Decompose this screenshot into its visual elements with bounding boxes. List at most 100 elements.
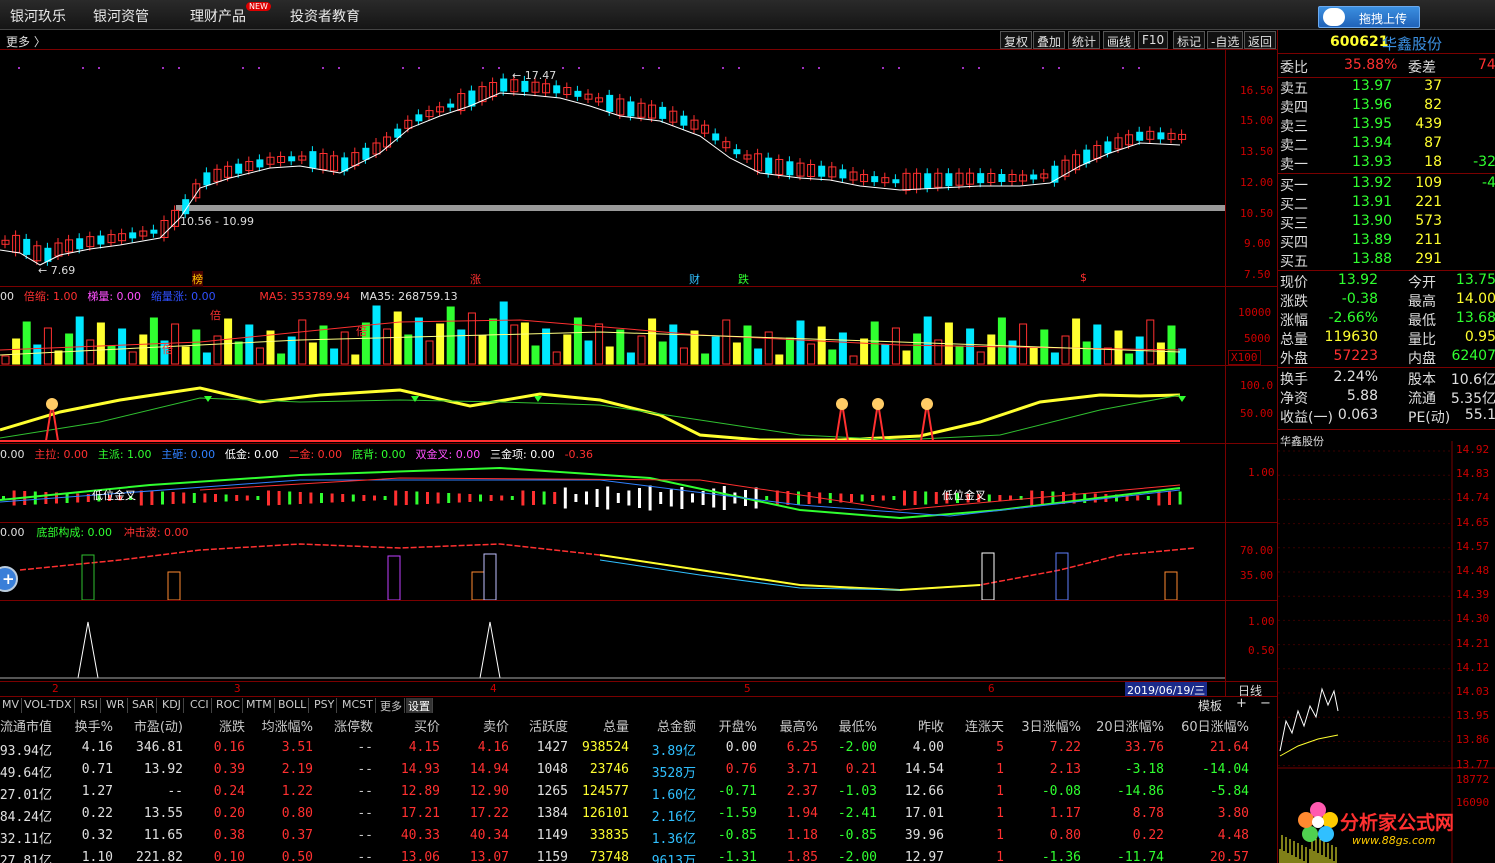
tab-6[interactable]: CCI [188,698,212,713]
column-header[interactable]: 卖价 [483,716,509,735]
tab-9[interactable]: BOLL [276,698,310,713]
event-mark-cai[interactable]: 财 [689,271,700,287]
table-cell: -- [357,828,373,843]
menu-item-yinhe-ziguan[interactable]: 银河资管 [93,6,149,26]
column-header[interactable]: 涨停数 [334,716,373,735]
column-header[interactable]: 流通市值 [0,716,52,735]
column-header[interactable]: 活跃度 [529,716,568,735]
column-header[interactable]: 总金额 [657,716,696,735]
column-header[interactable]: 涨跌 [219,716,245,735]
menu-item-yinhe-jiule[interactable]: 银河玖乐 [10,6,66,26]
signal-bar [532,491,535,505]
template-button[interactable]: 模板 [1198,697,1222,714]
column-header[interactable]: 换手% [75,716,113,735]
intraday-mini-chart[interactable]: 华鑫股份 14.92 14.83 14.74 14.65 14.57 14.48 14.39… [1278,431,1495,863]
candle [129,232,137,239]
tab-13[interactable]: 设置 [406,698,433,713]
menu-item-licai[interactable]: 理财产品 [190,6,246,26]
candle [1030,174,1038,180]
more-button[interactable]: 更多 〉 [6,33,46,50]
column-header[interactable]: 市盈(动) [134,716,183,735]
fuquan-button[interactable]: 复权 [1000,31,1033,49]
volume-bar [1008,340,1017,365]
mini-y-label: 14.92 [1456,443,1490,456]
low-price-annotation: ← 7.69 [38,264,76,277]
table-row[interactable]: 27.81亿 1.10 221.82 0.10 0.50 -- 13.06 13.07 1159… [0,848,1277,863]
signal-bar [924,491,928,505]
f10-button[interactable]: F10 [1138,31,1169,49]
tab-10[interactable]: PSY [312,698,338,713]
mark-button[interactable]: 标记 [1173,31,1206,49]
table-row[interactable]: 32.11亿 0.32 11.65 0.38 0.37 -- 40.33 40.34 1149 3… [0,826,1277,848]
column-header[interactable]: 20日涨幅% [1096,716,1164,735]
tab-5[interactable]: KDJ [160,698,184,713]
signal-bar [44,492,48,504]
tab-11[interactable]: MCST [340,698,376,713]
event-mark-bang[interactable]: 榜 [192,271,203,287]
column-header[interactable]: 最高% [780,716,818,735]
column-header[interactable]: 买价 [414,716,440,735]
signal-bar [860,494,864,502]
volume-bar [266,330,275,365]
add-icon[interactable]: + [1236,696,1247,711]
panel-divider [0,365,1277,366]
indicator-tabs: MV VOL-TDX RSI WR SAR KDJ CCI ROC MTM BOLL PSY MCST… [0,696,1277,713]
column-header[interactable]: 60日涨幅% [1181,716,1249,735]
event-mark-zhang[interactable]: 涨 [470,271,481,287]
signal-bar [373,495,376,501]
signal-bar [362,495,366,501]
tab-2[interactable]: RSI [78,698,101,713]
column-header[interactable]: 开盘% [719,716,757,735]
upload-button[interactable]: 拖拽上传 [1318,6,1420,28]
column-header[interactable]: 总量 [603,716,629,735]
stat-row: 外盘 57223 内盘 62407 [1280,348,1495,367]
volume-bar [870,321,879,365]
mini-y-label: 14.03 [1456,685,1490,698]
panel-divider [0,443,1277,444]
table-cell: 0.10 [213,850,245,863]
volume-bar [648,318,657,365]
event-mark-dollar[interactable]: $ [1080,271,1087,284]
tab-3[interactable]: WR [104,698,128,713]
table-cell: 4.16 [81,740,113,755]
table-cell: 3.80 [1217,806,1249,821]
signal-bar [797,491,800,505]
back-button[interactable]: 返回 [1244,31,1277,49]
volume-bar [1125,353,1134,365]
table-cell: 1048 [536,762,568,777]
draw-button[interactable]: 画线 [1103,31,1136,49]
tab-0[interactable]: MV [0,698,23,713]
volume-bar [531,345,540,365]
table-row[interactable]: 84.24亿 0.22 13.55 0.20 0.80 -- 17.21 17.22 1384 1… [0,804,1277,826]
table-row[interactable]: 49.64亿 0.71 13.92 0.39 2.19 -- 14.93 14.94 1048 2… [0,760,1277,782]
kline-chart-area[interactable]: 16.50 15.00 13.50 12.00 10.50 9.00 7.50 … [0,50,1277,698]
event-mark-die[interactable]: 跌 [738,271,749,287]
minus-icon[interactable]: − [1260,696,1271,711]
table-cell: 1 [996,784,1004,799]
table-cell: 14.54 [904,762,944,777]
tab-12[interactable]: 更多 [378,698,405,713]
menu-item-investor-edu[interactable]: 投资者教育 [290,6,360,26]
stats-button[interactable]: 统计 [1068,31,1101,49]
table-cell: -- [357,784,373,799]
table-cell: 126101 [582,806,629,821]
column-header[interactable]: 最低% [839,716,877,735]
column-header[interactable]: 均涨幅% [262,716,313,735]
volume-bar [754,348,763,365]
table-cell: -2.00 [837,740,877,755]
tab-8[interactable]: MTM [244,698,275,713]
column-header[interactable]: 昨收 [918,716,944,735]
signal-bar [913,491,917,505]
table-row[interactable]: 93.94亿 4.16 346.81 0.16 3.51 -- 4.15 4.16 1427 93… [0,738,1277,760]
overlay-button[interactable]: 叠加 [1033,31,1066,49]
column-header[interactable]: 连涨天 [965,716,1004,735]
tab-1[interactable]: VOL-TDX [22,698,75,713]
tab-7[interactable]: ROC [214,698,243,713]
tab-4[interactable]: SAR [130,698,158,713]
table-cell: -0.85 [837,828,877,843]
signal-legend: 0.00 主拉: 0.00 主派: 1.00 主砸: 0.00 低金: 0.00… [0,448,594,461]
table-cell: -2.00 [837,850,877,863]
table-row[interactable]: 27.01亿 1.27 -- 0.24 1.22 -- 12.89 12.90 1265 1245… [0,782,1277,804]
column-header[interactable]: 3日涨幅% [1021,716,1081,735]
watchlist-button[interactable]: -自选 [1207,31,1244,49]
